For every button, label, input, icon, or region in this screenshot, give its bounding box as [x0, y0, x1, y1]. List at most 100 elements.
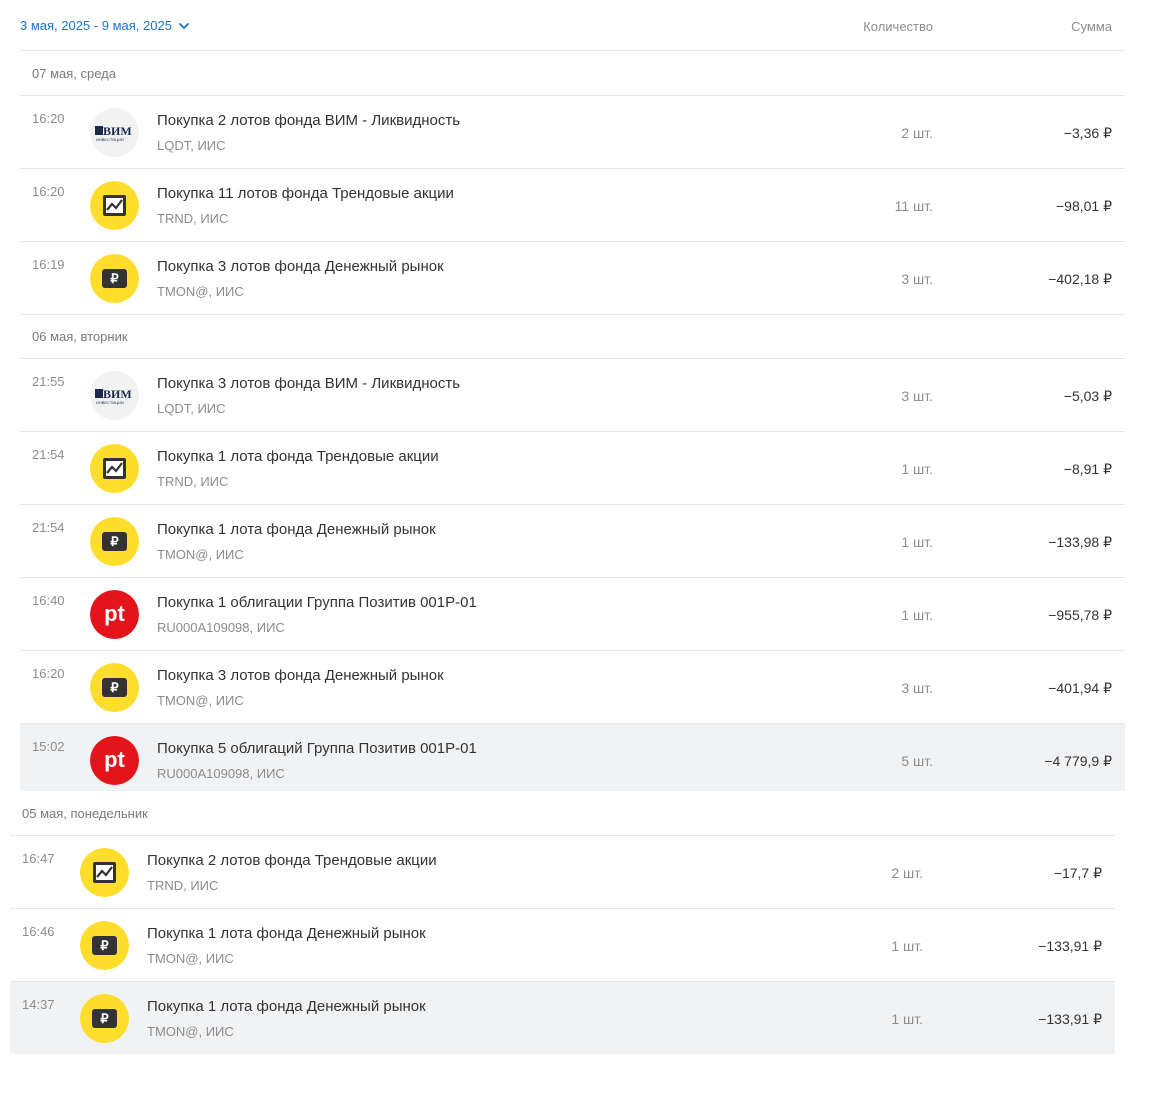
operation-title: Покупка 11 лотов фонда Трендовые акции [157, 185, 454, 202]
operation-row[interactable]: 21:54 Покупка 1 лота фонда Трендовые акц… [20, 432, 1125, 505]
operation-sum: −98,01 ₽ [1055, 198, 1112, 214]
operation-quantity: 1 шт. [891, 1011, 923, 1027]
svg-text:₽: ₽ [110, 680, 119, 695]
operation-row[interactable]: 16:20 ₽ Покупка 3 лотов фонда Денежный р… [20, 651, 1125, 724]
money-market-fund-icon: ₽ [90, 663, 139, 712]
svg-text:₽: ₽ [110, 534, 119, 549]
operation-quantity: 2 шт. [891, 865, 923, 881]
operation-row[interactable]: 16:19 ₽ Покупка 3 лотов фонда Денежный р… [20, 242, 1125, 315]
operation-title: Покупка 5 облигаций Группа Позитив 001P-… [157, 740, 477, 757]
operation-time: 21:54 [32, 447, 65, 462]
vim-investments-logo: ВИМ ИНВЕСТИЦИИ [90, 371, 139, 420]
operation-time: 15:02 [32, 739, 65, 754]
date-range-label[interactable]: 3 мая, 2025 - 9 мая, 2025 [20, 18, 172, 33]
operation-ticker: RU000A109098, ИИС [157, 766, 285, 781]
operation-quantity: 3 шт. [901, 271, 933, 287]
operation-sum: −133,98 ₽ [1048, 534, 1112, 550]
operation-time: 16:20 [32, 184, 65, 199]
money-market-fund-icon: ₽ [90, 517, 139, 566]
positive-technologies-logo: pt [90, 590, 139, 639]
column-header-quantity: Количество [863, 19, 933, 34]
operation-title: Покупка 2 лотов фонда ВИМ - Ликвидность [157, 112, 461, 129]
date-range-picker[interactable]: 3 мая, 2025 - 9 мая, 2025 [20, 18, 190, 33]
operation-time: 16:46 [22, 924, 55, 939]
operation-row[interactable]: 16:40 pt Покупка 1 облигации Группа Пози… [20, 578, 1125, 651]
operation-ticker: TMON@, ИИС [157, 284, 244, 299]
operation-quantity: 5 шт. [901, 753, 933, 769]
operation-row[interactable]: 16:20 Покупка 11 лотов фонда Трендовые а… [20, 169, 1125, 242]
operation-row[interactable]: 21:55 ВИМ ИНВЕСТИЦИИ Покупка 3 лотов фонд… [20, 359, 1125, 432]
operation-ticker: TRND, ИИС [157, 211, 229, 226]
operation-sum: −8,91 ₽ [1063, 461, 1112, 477]
operation-sum: −4 779,9 ₽ [1044, 753, 1112, 769]
operation-title: Покупка 1 лота фонда Денежный рынок [147, 925, 426, 942]
vim-investments-logo: ВИМ ИНВЕСТИЦИИ [90, 108, 139, 157]
money-market-fund-icon: ₽ [80, 921, 129, 970]
operation-sum: −5,03 ₽ [1063, 388, 1112, 404]
operation-sum: −402,18 ₽ [1048, 271, 1112, 287]
operation-quantity: 3 шт. [901, 680, 933, 696]
day-header: 06 мая, вторник [20, 314, 1125, 359]
positive-technologies-logo: pt [90, 736, 139, 785]
svg-text:₽: ₽ [100, 1011, 109, 1026]
operation-sum: −401,94 ₽ [1048, 680, 1112, 696]
operation-time: 16:20 [32, 111, 65, 126]
operation-time: 14:37 [22, 997, 55, 1012]
operation-title: Покупка 1 облигации Группа Позитив 001P-… [157, 594, 477, 611]
operation-sum: −3,36 ₽ [1063, 125, 1112, 141]
operation-quantity: 1 шт. [901, 607, 933, 623]
operation-row[interactable]: 16:46 ₽ Покупка 1 лота фонда Денежный ры… [10, 909, 1115, 982]
operation-sum: −955,78 ₽ [1048, 607, 1112, 623]
operation-sum: −133,91 ₽ [1038, 1011, 1102, 1027]
operation-row[interactable]: 21:54 ₽ Покупка 1 лота фонда Денежный ры… [20, 505, 1125, 578]
operation-title: Покупка 2 лотов фонда Трендовые акции [147, 852, 437, 869]
day-label: 07 мая, среда [32, 66, 116, 81]
operation-row[interactable]: 16:20 ВИМ ИНВЕСТИЦИИ Покупка 2 лотов фонд… [20, 96, 1125, 169]
operation-row[interactable]: 14:37 ₽ Покупка 1 лота фонда Денежный ры… [10, 982, 1115, 1054]
operation-title: Покупка 3 лотов фонда Денежный рынок [157, 667, 444, 684]
day-header: 07 мая, среда [20, 51, 1125, 96]
trend-fund-icon [90, 444, 139, 493]
day-label: 06 мая, вторник [32, 329, 128, 344]
operation-ticker: TMON@, ИИС [147, 951, 234, 966]
day-header: 05 мая, понедельник [10, 791, 1115, 836]
operation-title: Покупка 1 лота фонда Трендовые акции [157, 448, 439, 465]
operation-ticker: RU000A109098, ИИС [157, 620, 285, 635]
operation-title: Покупка 3 лотов фонда ВИМ - Ликвидность [157, 375, 461, 392]
operation-time: 16:19 [32, 257, 65, 272]
operation-ticker: LQDT, ИИС [157, 138, 226, 153]
operation-row[interactable]: 15:02 pt Покупка 5 облигаций Группа Пози… [20, 724, 1125, 791]
money-market-fund-icon: ₽ [90, 254, 139, 303]
trend-fund-icon [90, 181, 139, 230]
chevron-down-icon[interactable] [178, 20, 190, 32]
operation-ticker: TRND, ИИС [157, 474, 229, 489]
operation-time: 16:40 [32, 593, 65, 608]
svg-text:₽: ₽ [110, 271, 119, 286]
vim-logo-subtext: ИНВЕСТИЦИИ [96, 137, 124, 142]
vim-logo-text: ВИМ [103, 124, 132, 138]
svg-text:₽: ₽ [100, 938, 109, 953]
operation-ticker: TMON@, ИИС [147, 1024, 234, 1039]
operation-quantity: 1 шт. [891, 938, 923, 954]
operations-header: 3 мая, 2025 - 9 мая, 2025 Количество Сум… [20, 0, 1125, 51]
operation-ticker: TMON@, ИИС [157, 547, 244, 562]
operation-time: 21:55 [32, 374, 65, 389]
operation-quantity: 1 шт. [901, 461, 933, 477]
operation-title: Покупка 1 лота фонда Денежный рынок [147, 998, 426, 1015]
operation-title: Покупка 3 лотов фонда Денежный рынок [157, 258, 444, 275]
operation-ticker: TMON@, ИИС [157, 693, 244, 708]
operation-quantity: 3 шт. [901, 388, 933, 404]
operation-sum: −133,91 ₽ [1038, 938, 1102, 954]
operation-row[interactable]: 16:47 Покупка 2 лотов фонда Трендовые ак… [10, 836, 1115, 909]
operation-quantity: 1 шт. [901, 534, 933, 550]
pt-logo-text: pt [104, 601, 125, 626]
vim-logo-subtext: ИНВЕСТИЦИИ [96, 400, 124, 405]
money-market-fund-icon: ₽ [80, 994, 129, 1043]
operation-ticker: LQDT, ИИС [157, 401, 226, 416]
operation-quantity: 11 шт. [894, 198, 933, 214]
column-header-sum: Сумма [1071, 19, 1112, 34]
day-label: 05 мая, понедельник [22, 806, 148, 821]
operation-quantity: 2 шт. [901, 125, 933, 141]
operation-title: Покупка 1 лота фонда Денежный рынок [157, 521, 436, 538]
operation-time: 16:47 [22, 851, 55, 866]
